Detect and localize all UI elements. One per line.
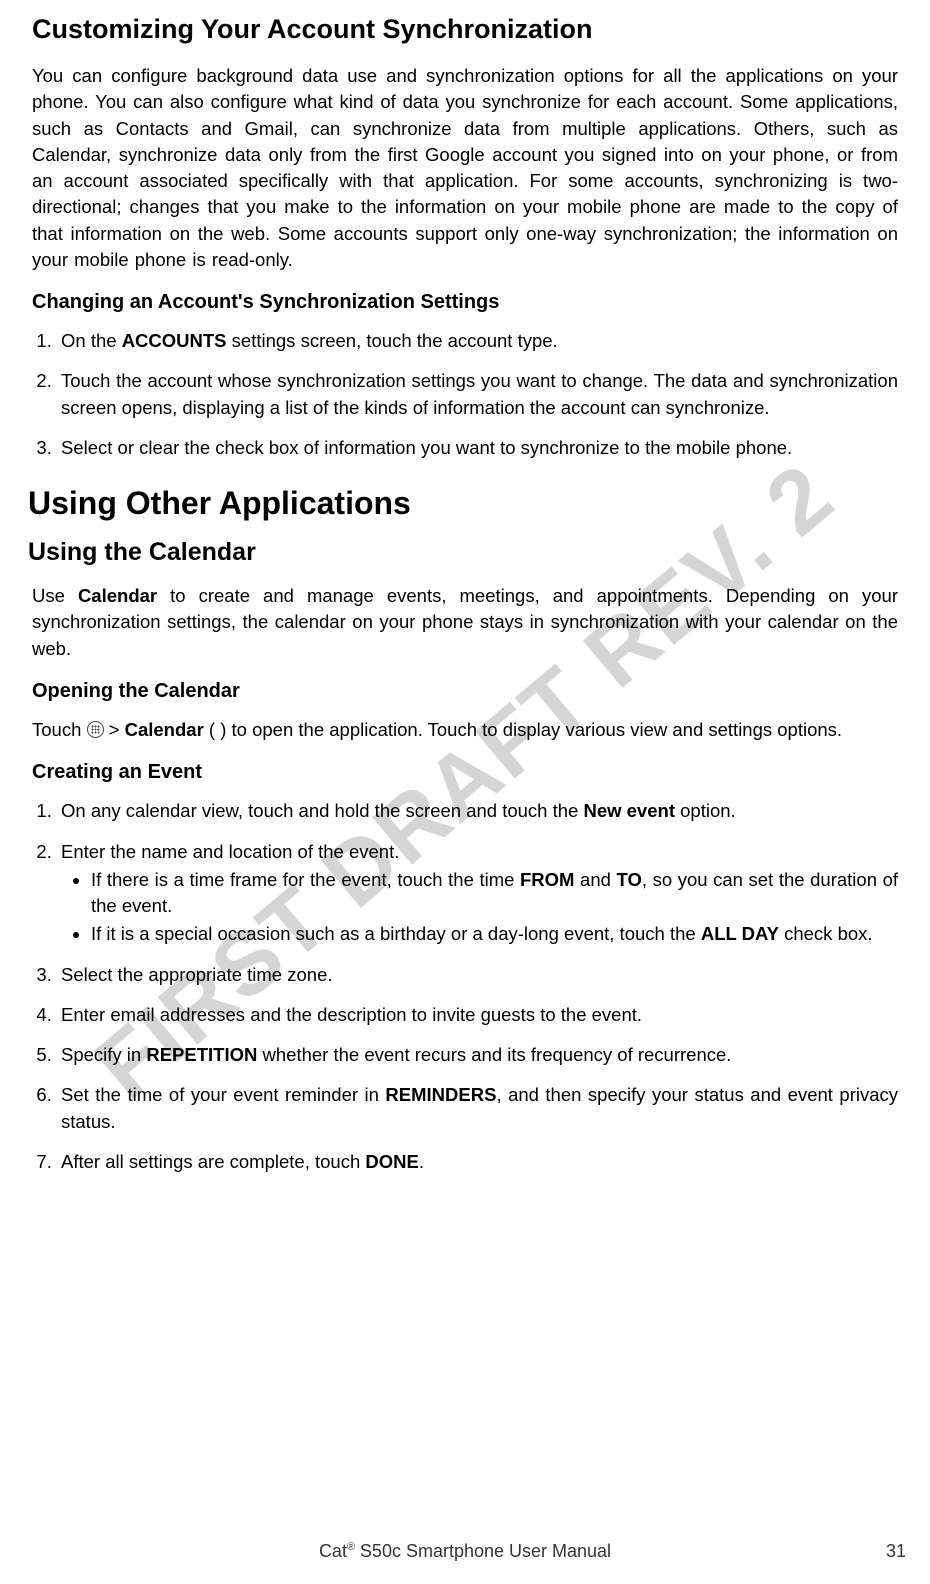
text: Touch [32, 719, 87, 740]
page-footer: Cat® S50c Smartphone User Manual 31 [0, 1541, 930, 1562]
list-item: If it is a special occasion such as a bi… [91, 921, 898, 947]
paragraph-opening: Touch > Calendar ( ) to open the applica… [32, 717, 898, 743]
heading-using-calendar: Using the Calendar [28, 538, 898, 567]
heading-creating-event: Creating an Event [32, 761, 898, 784]
bold-done: DONE [365, 1151, 418, 1172]
text: . [419, 1151, 424, 1172]
bold-calendar-2: Calendar [125, 719, 204, 740]
bold-calendar: Calendar [78, 585, 157, 606]
list-item: Select or clear the check box of informa… [57, 435, 898, 461]
text: check box. [779, 923, 873, 944]
bold-repetition: REPETITION [146, 1044, 257, 1065]
list-item: On the ACCOUNTS settings screen, touch t… [57, 328, 898, 354]
text: Cat [319, 1541, 347, 1561]
heading-customizing: Customizing Your Account Synchronization [32, 0, 898, 45]
list-changing-sync: On the ACCOUNTS settings screen, touch t… [32, 328, 898, 461]
text: On the [61, 330, 122, 351]
list-item: Enter the name and location of the event… [57, 839, 898, 948]
list-item: If there is a time frame for the event, … [91, 867, 898, 920]
list-item: Select the appropriate time zone. [57, 962, 898, 988]
page-number: 31 [886, 1541, 906, 1562]
bold-to: TO [617, 869, 642, 890]
apps-grid-icon [87, 721, 104, 738]
text: Specify in [61, 1044, 146, 1065]
list-item: On any calendar view, touch and hold the… [57, 798, 898, 824]
bold-accounts: ACCOUNTS [122, 330, 227, 351]
list-item: Enter email addresses and the descriptio… [57, 1002, 898, 1028]
sublist: If there is a time frame for the event, … [61, 867, 898, 948]
list-creating-event: On any calendar view, touch and hold the… [32, 798, 898, 1175]
paragraph-customizing: You can configure background data use an… [32, 63, 898, 273]
text: If there is a time frame for the event, … [91, 869, 520, 890]
text: After all settings are complete, touch [61, 1151, 365, 1172]
text: whether the event recurs and its frequen… [257, 1044, 731, 1065]
text: Enter the name and location of the event… [61, 841, 399, 862]
bold-reminders: REMINDERS [385, 1084, 496, 1105]
text: ( ) to open the application. Touch to di… [204, 719, 842, 740]
text: On any calendar view, touch and hold the… [61, 800, 583, 821]
list-item: Specify in REPETITION whether the event … [57, 1042, 898, 1068]
bold-all-day: ALL DAY [701, 923, 779, 944]
registered-mark: ® [347, 1541, 355, 1553]
list-item: Set the time of your event reminder in R… [57, 1082, 898, 1135]
text: settings screen, touch the account type. [227, 330, 558, 351]
bold-new-event: New event [583, 800, 675, 821]
heading-changing-sync: Changing an Account's Synchronization Se… [32, 291, 898, 314]
bold-from: FROM [520, 869, 574, 890]
heading-opening-calendar: Opening the Calendar [32, 680, 898, 703]
text: S50c Smartphone User Manual [355, 1541, 611, 1561]
heading-using-other-apps: Using Other Applications [28, 485, 898, 522]
list-item: After all settings are complete, touch D… [57, 1149, 898, 1175]
text: > [104, 719, 125, 740]
text: If it is a special occasion such as a bi… [91, 923, 701, 944]
text: to create and manage events, meetings, a… [32, 585, 898, 659]
text: Use [32, 585, 78, 606]
text: and [574, 869, 616, 890]
text: option. [675, 800, 736, 821]
footer-brand: Cat® S50c Smartphone User Manual [319, 1541, 611, 1561]
list-item: Touch the account whose synchronization … [57, 368, 898, 421]
text: Set the time of your event reminder in [61, 1084, 385, 1105]
paragraph-calendar: Use Calendar to create and manage events… [32, 583, 898, 662]
